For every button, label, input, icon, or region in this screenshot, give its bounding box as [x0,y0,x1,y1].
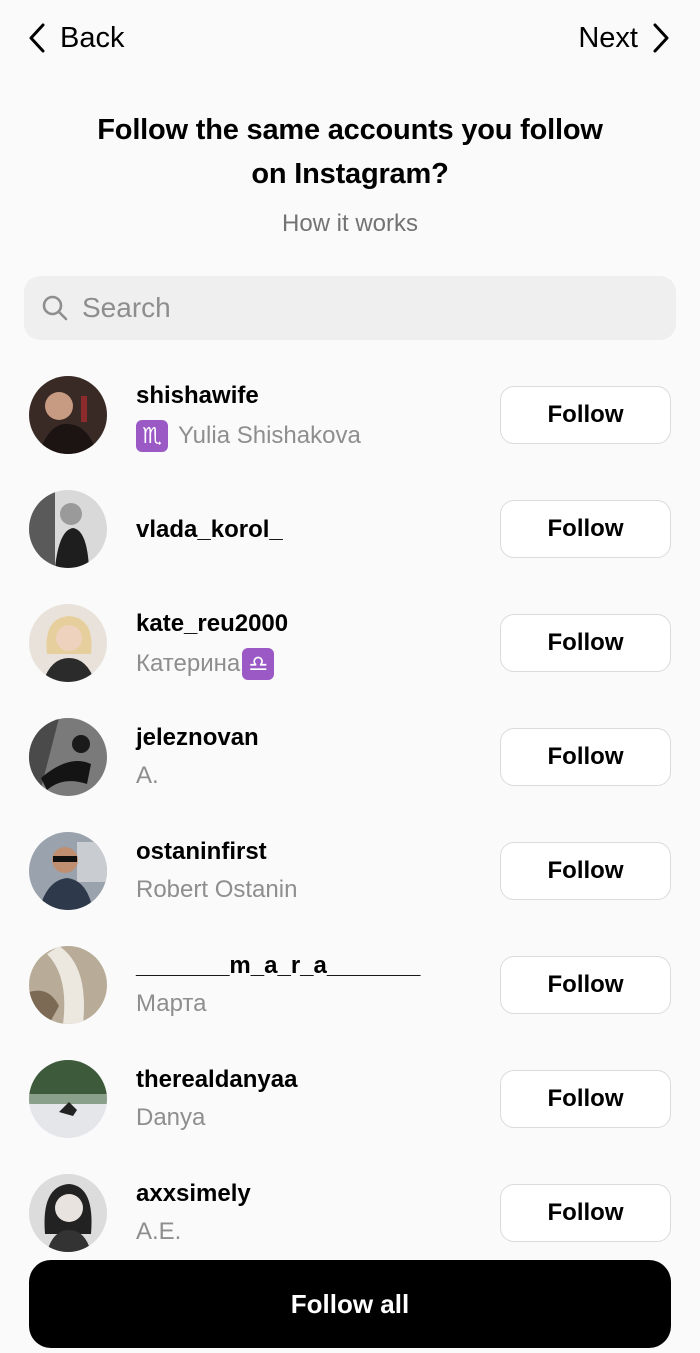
follow-button[interactable]: Follow [500,500,671,558]
search-icon [42,295,68,321]
list-item: shishawife ♏ Yulia Shishakova Follow [0,358,700,472]
follow-button[interactable]: Follow [500,956,671,1014]
full-name-text: Robert Ostanin [136,876,298,903]
username: shishawife [136,382,259,409]
username: _______m_a_r_a_______ [136,952,421,979]
full-name-text: A.E. [136,1218,182,1245]
avatar [29,376,107,454]
how-it-works-link[interactable]: How it works [0,210,700,238]
search-input[interactable] [82,292,642,324]
libra-icon: ♎ [242,648,275,680]
follow-button[interactable]: Follow [500,1184,671,1242]
avatar [29,832,107,910]
list-item: vlada_korol_ Follow [0,472,700,586]
list-item: _______m_a_r_a_______ Марта Follow [0,928,700,1042]
follow-all-button[interactable]: Follow all [29,1260,671,1348]
avatar [29,946,107,1024]
full-name-text: Марта [136,990,207,1017]
list-item: kate_reu2000 Катерина ♎ Follow [0,586,700,700]
full-name-text: Катерина [136,650,241,677]
page-title: Follow the same accounts you follow on I… [0,108,700,196]
page-title-line-2: on Instagram? [251,158,449,190]
username: jeleznovan [136,724,259,751]
username: ostaninfirst [136,838,267,865]
avatar [29,718,107,796]
search-bar[interactable] [24,276,676,340]
list-item: axxsimely A.E. Follow [0,1156,700,1270]
back-label: Back [60,21,125,54]
follow-button[interactable]: Follow [500,614,671,672]
full-name: A.E. [136,1218,181,1246]
username: vlada_korol_ [136,516,283,543]
top-nav-bar: Back Next [0,0,700,80]
next-button[interactable]: Next [578,18,672,58]
chevron-left-icon [29,23,45,53]
next-label: Next [578,21,638,54]
full-name-text: A. [136,762,159,789]
username: kate_reu2000 [136,610,289,637]
username: axxsimely [136,1180,251,1207]
follow-button[interactable]: Follow [500,386,671,444]
full-name-text: Yulia Shishakova [178,422,361,449]
list-item: jeleznovan A. Follow [0,700,700,814]
full-name: Марта [136,990,207,1018]
full-name-text: Danya [136,1104,206,1131]
full-name: Robert Ostanin [136,876,297,904]
full-name: Катерина ♎ [136,648,275,680]
full-name: Danya [136,1104,205,1132]
avatar [29,1060,107,1138]
chevron-right-icon [653,23,669,53]
list-item: therealdanyaa Danya Follow [0,1042,700,1156]
full-name: ♏ Yulia Shishakova [136,420,361,452]
follow-button[interactable]: Follow [500,1070,671,1128]
scorpio-icon: ♏ [136,420,168,452]
follow-button[interactable]: Follow [500,842,671,900]
avatar [29,490,107,568]
list-item: ostaninfirst Robert Ostanin Follow [0,814,700,928]
page-title-line-1: Follow the same accounts you follow [97,114,603,146]
back-button[interactable]: Back [26,18,124,58]
username: therealdanyaa [136,1066,298,1093]
avatar [29,1174,107,1252]
full-name: A. [136,762,159,790]
follow-button[interactable]: Follow [500,728,671,786]
avatar [29,604,107,682]
